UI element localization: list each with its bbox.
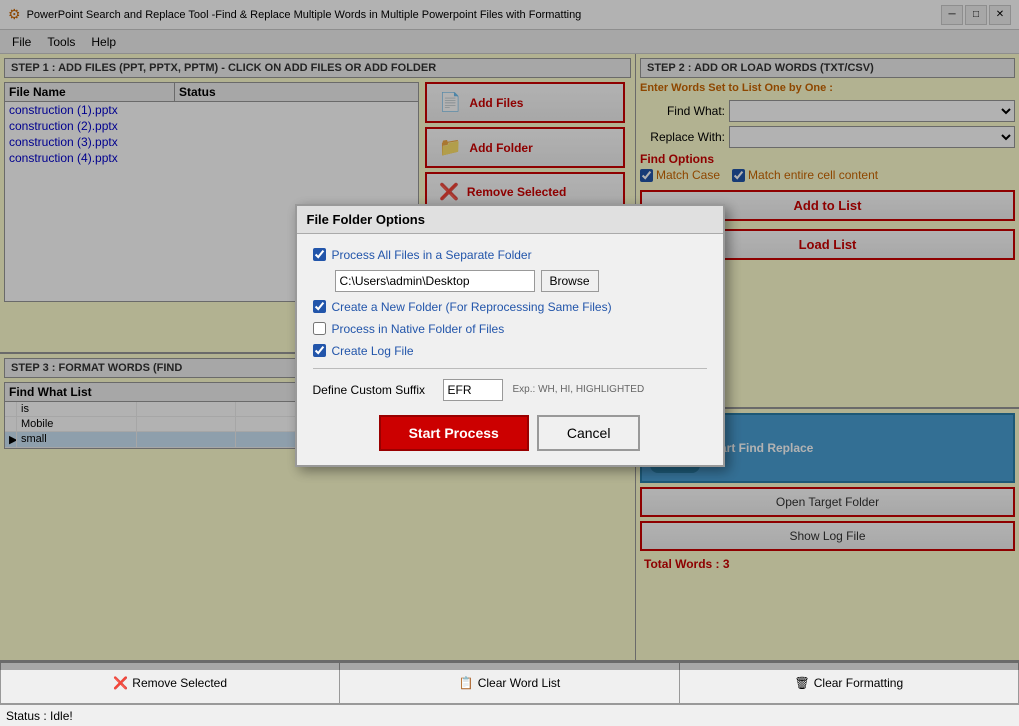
modal-option3-row[interactable]: Process in Native Folder of Files <box>313 322 707 336</box>
start-process-button[interactable]: Start Process <box>379 415 529 451</box>
modal-divider <box>313 368 707 369</box>
modal-suffix-input[interactable] <box>443 379 503 401</box>
remove-selected-bottom-label: Remove Selected <box>132 676 227 690</box>
modal-button-row: Start Process Cancel <box>313 411 707 451</box>
clear-formatting-icon: 🗑 <box>795 676 810 690</box>
modal-suffix-example: Exp.: WH, HI, HIGHLIGHTED <box>513 384 645 395</box>
modal-option3-label: Process in Native Folder of Files <box>332 322 505 336</box>
modal-folder-path-input[interactable] <box>335 270 535 292</box>
clear-formatting-label: Clear Formatting <box>814 676 903 690</box>
modal-option4-checkbox[interactable] <box>313 344 326 357</box>
modal-option1-label: Process All Files in a Separate Folder <box>332 248 532 262</box>
modal-option1-row[interactable]: Process All Files in a Separate Folder <box>313 248 707 262</box>
modal-option4-row[interactable]: Create Log File <box>313 344 707 358</box>
modal-overlay: File Folder Options Process All Files in… <box>0 0 1019 670</box>
status-bar: Status : Idle! <box>0 704 1019 726</box>
modal-option2-label: Create a New Folder (For Reprocessing Sa… <box>332 300 612 314</box>
modal-dialog: File Folder Options Process All Files in… <box>295 204 725 467</box>
modal-browse-button[interactable]: Browse <box>541 270 599 292</box>
modal-content: Process All Files in a Separate Folder B… <box>297 234 723 465</box>
modal-folder-row: Browse <box>313 270 707 292</box>
modal-option1-checkbox[interactable] <box>313 248 326 261</box>
clear-word-list-label: Clear Word List <box>478 676 560 690</box>
modal-title: File Folder Options <box>297 206 723 234</box>
remove-selected-bottom-icon: ❌ <box>113 676 128 690</box>
modal-suffix-row: Define Custom Suffix Exp.: WH, HI, HIGHL… <box>313 379 707 401</box>
modal-option2-row[interactable]: Create a New Folder (For Reprocessing Sa… <box>313 300 707 314</box>
status-text: Status : Idle! <box>6 709 73 723</box>
clear-word-list-icon: 📋 <box>459 676 474 690</box>
cancel-button[interactable]: Cancel <box>537 415 641 451</box>
modal-option3-checkbox[interactable] <box>313 322 326 335</box>
modal-option2-checkbox[interactable] <box>313 300 326 313</box>
modal-suffix-label: Define Custom Suffix <box>313 383 433 397</box>
modal-option4-label: Create Log File <box>332 344 414 358</box>
